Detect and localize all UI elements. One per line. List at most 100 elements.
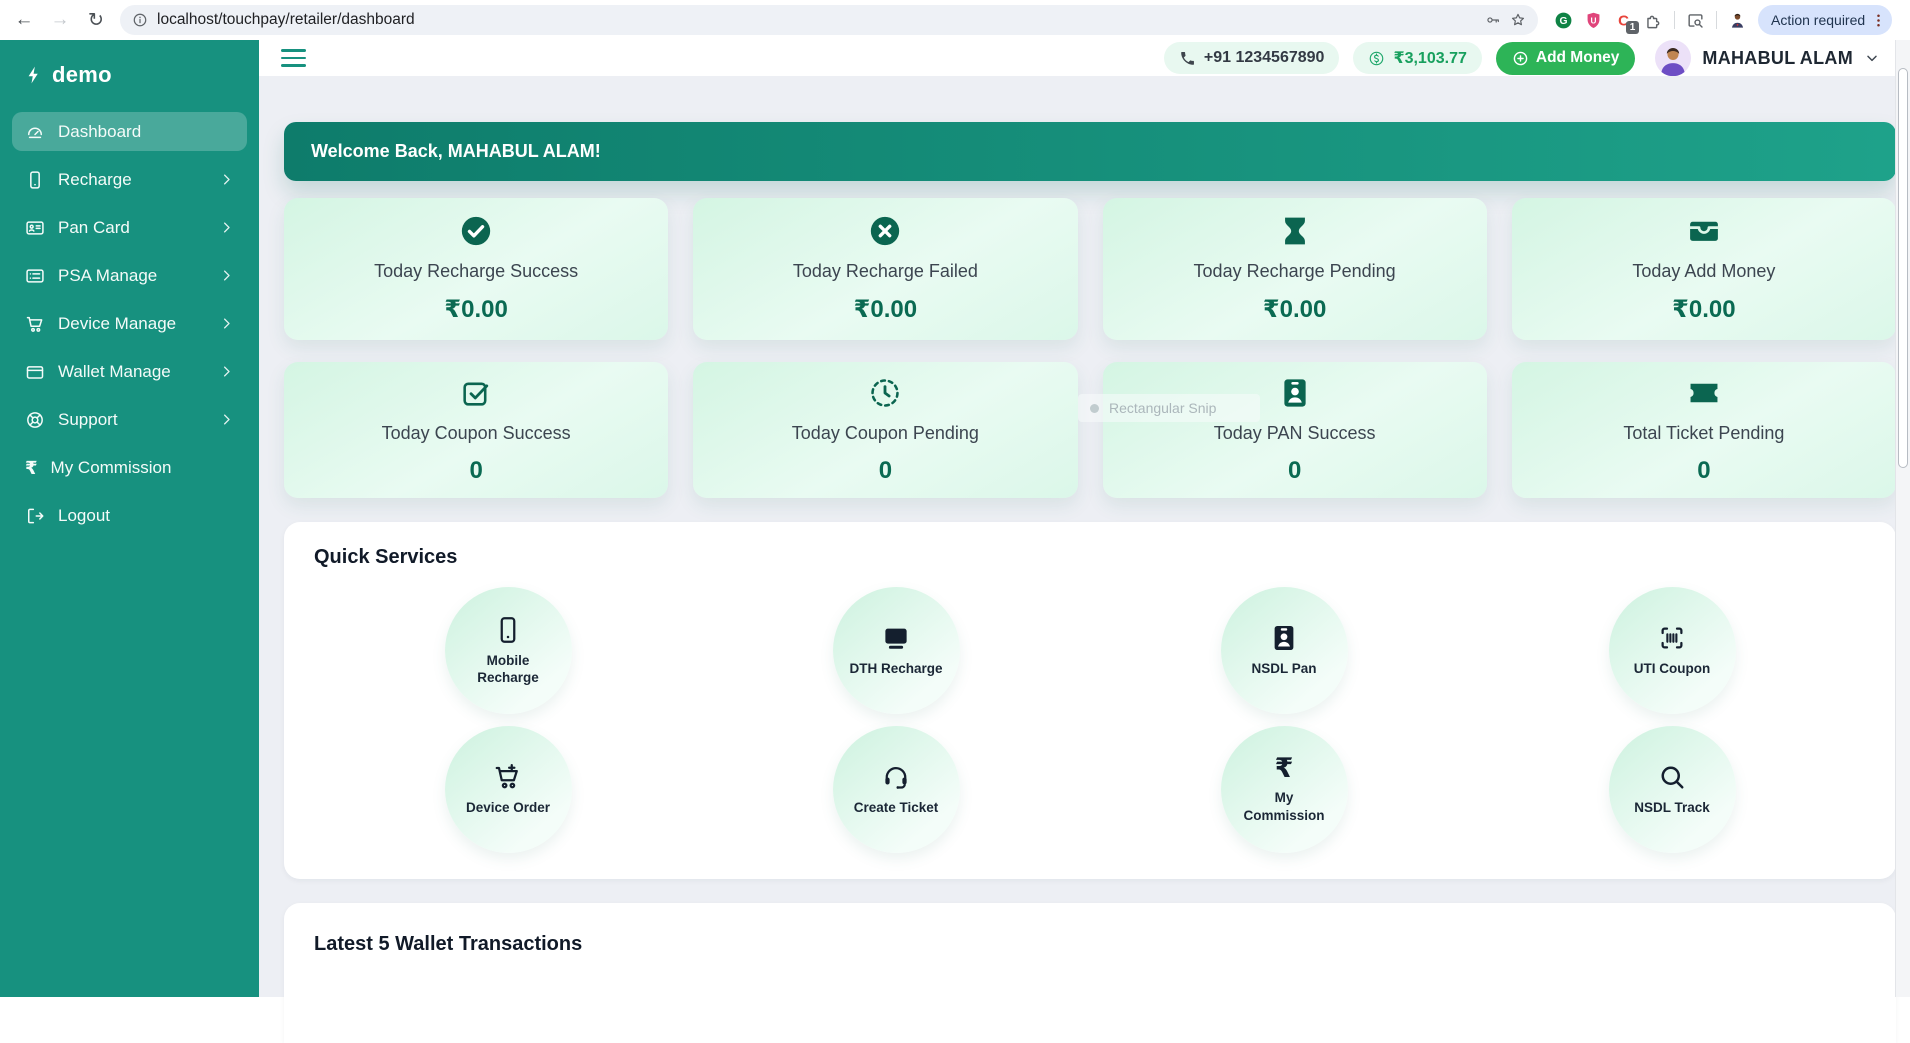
id-badge-icon [1278, 376, 1312, 410]
stat-title: Today Add Money [1632, 261, 1775, 282]
grammarly-extension-icon[interactable]: G [1554, 11, 1573, 30]
stat-card-today-recharge-pending: Today Recharge Pending₹0.00 [1103, 198, 1487, 340]
app-frame: demo Dashboard Recharge Pan Card PSA Manage… [0, 40, 1910, 997]
headset-icon [881, 762, 911, 792]
chevron-right-icon [219, 172, 234, 187]
scrollbar-thumb[interactable] [1898, 68, 1908, 468]
hourglass-icon [1278, 214, 1312, 248]
stat-card-today-coupon-success: Today Coupon Success0 [284, 362, 668, 498]
sidebar-item-psa-manage[interactable]: PSA Manage [12, 256, 247, 295]
quick-service-create-ticket[interactable]: Create Ticket [833, 726, 960, 853]
browser-back-button[interactable]: ← [8, 4, 40, 36]
browser-reload-button[interactable]: ↻ [80, 4, 112, 36]
quick-service-nsdl-pan[interactable]: NSDL Pan [1221, 587, 1348, 714]
stat-title: Today Coupon Pending [792, 423, 979, 444]
quick-service-label: UTI Coupon [1625, 660, 1719, 677]
quick-service-label: NSDL Track [1625, 799, 1719, 816]
phone-icon [1179, 50, 1196, 67]
action-required-button[interactable]: Action required [1758, 5, 1892, 35]
quick-services-title: Quick Services [314, 546, 1866, 569]
password-manager-icon[interactable] [1485, 12, 1501, 28]
sidebar-menu: Dashboard Recharge Pan Card PSA Manage Devic… [12, 112, 247, 535]
user-menu[interactable]: MAHABUL ALAM [1655, 40, 1880, 76]
stat-value: 0 [469, 457, 482, 485]
sidebar-item-support[interactable]: Support [12, 400, 247, 439]
id-badge-dark-icon [1269, 623, 1299, 653]
id-card-icon [25, 218, 45, 238]
sidebar-item-recharge[interactable]: Recharge [12, 160, 247, 199]
quick-service-my-commission[interactable]: ₹My Commission [1221, 726, 1348, 853]
gauge-icon [25, 122, 45, 142]
browser-menu-icon[interactable] [1869, 11, 1887, 29]
browser-toolbar: ← → ↻ localhost/touchpay/retailer/dashbo… [0, 0, 1910, 40]
wallet-balance-pill: ₹3,103.77 [1353, 42, 1481, 74]
action-required-label: Action required [1771, 12, 1865, 28]
address-bar[interactable]: localhost/touchpay/retailer/dashboard [120, 5, 1538, 35]
quick-services-panel: Quick Services Mobile Recharge DTH Rechar… [284, 522, 1896, 879]
sidebar-item-wallet-manage[interactable]: Wallet Manage [12, 352, 247, 391]
quick-service-mobile-recharge[interactable]: Mobile Recharge [445, 587, 572, 714]
smartphone-icon [493, 615, 523, 645]
stat-value: ₹0.00 [444, 295, 507, 324]
brand-logo: demo [12, 56, 247, 112]
svg-text:G: G [1560, 16, 1568, 27]
toolbar-divider [1716, 11, 1717, 29]
main-area: +91 1234567890 ₹3,103.77 Add Money MAHAB… [259, 40, 1910, 997]
sidebar-item-label: Logout [58, 506, 110, 526]
search-tabs-icon[interactable] [1686, 11, 1705, 30]
stat-card-today-recharge-success: Today Recharge Success ₹0.00 [284, 198, 668, 340]
quick-service-dth-recharge[interactable]: DTH Recharge [833, 587, 960, 714]
quick-service-nsdl-track[interactable]: NSDL Track [1609, 726, 1736, 853]
user-avatar [1655, 40, 1691, 76]
transactions-panel: Latest 5 Wallet Transactions [284, 903, 1896, 1043]
quick-service-label: Create Ticket [849, 799, 943, 816]
bookmark-star-icon[interactable] [1510, 12, 1526, 28]
sidebar-item-dashboard[interactable]: Dashboard [12, 112, 247, 151]
stat-card-today-pan-success: Today PAN Success 0 [1103, 362, 1487, 498]
quick-service-label: DTH Recharge [849, 660, 943, 677]
extensions-puzzle-icon[interactable] [1644, 11, 1663, 30]
quick-service-label: Mobile Recharge [461, 652, 555, 687]
stat-card-total-ticket-pending: Total Ticket Pending0 [1512, 362, 1896, 498]
sidebar: demo Dashboard Recharge Pan Card PSA Manage… [0, 40, 259, 997]
clock-dashed-icon [868, 376, 902, 410]
stats-row-1: Today Recharge Success₹0.00Today Recharg… [284, 198, 1896, 340]
sidebar-item-device-manage[interactable]: Device Manage [12, 304, 247, 343]
stat-title: Today Recharge Success [374, 261, 578, 282]
sidebar-item-label: Support [58, 410, 118, 430]
site-info-icon[interactable] [132, 12, 148, 28]
smartphone-icon [25, 170, 45, 190]
c-extension-icon[interactable]: C 1 [1614, 11, 1633, 30]
stat-value: 0 [1288, 457, 1301, 485]
stats-row-2: Today Coupon Success0 Today Coupon Pendin… [284, 362, 1896, 498]
url-text[interactable]: localhost/touchpay/retailer/dashboard [157, 11, 1476, 29]
stat-value: ₹0.00 [1263, 295, 1326, 324]
plus-circle-icon [1512, 50, 1529, 67]
stat-title: Today Recharge Failed [793, 261, 978, 282]
stat-title: Today PAN Success [1214, 423, 1376, 444]
extensions-area: G U C 1 Action required [1554, 5, 1892, 35]
quick-service-uti-coupon[interactable]: UTI Coupon [1609, 587, 1736, 714]
shield-extension-icon[interactable]: U [1584, 11, 1603, 30]
logout-icon [25, 506, 45, 526]
hamburger-menu-icon[interactable] [281, 49, 306, 67]
wallet-icon [25, 362, 45, 382]
stat-value: 0 [1697, 457, 1710, 485]
quick-services-grid: Mobile Recharge DTH Recharge NSDL Pan UTI C… [314, 587, 1866, 853]
sidebar-item-my-commission[interactable]: ₹My Commission [12, 448, 247, 487]
page-scrollbar [1895, 40, 1910, 997]
check-circle-icon [459, 214, 493, 248]
stat-value: ₹0.00 [854, 295, 917, 324]
profile-avatar-icon[interactable] [1728, 11, 1747, 30]
svg-text:U: U [1591, 15, 1597, 25]
transactions-title: Latest 5 Wallet Transactions [314, 933, 1866, 956]
toolbar-divider [1674, 11, 1675, 29]
browser-forward-button[interactable]: → [44, 4, 76, 36]
quick-service-device-order[interactable]: Device Order [445, 726, 572, 853]
check-square-icon [459, 376, 493, 410]
bolt-icon [24, 65, 44, 85]
add-money-button[interactable]: Add Money [1496, 42, 1636, 75]
sidebar-item-logout[interactable]: Logout [12, 496, 247, 535]
sidebar-item-pan-card[interactable]: Pan Card [12, 208, 247, 247]
life-buoy-icon [25, 410, 45, 430]
